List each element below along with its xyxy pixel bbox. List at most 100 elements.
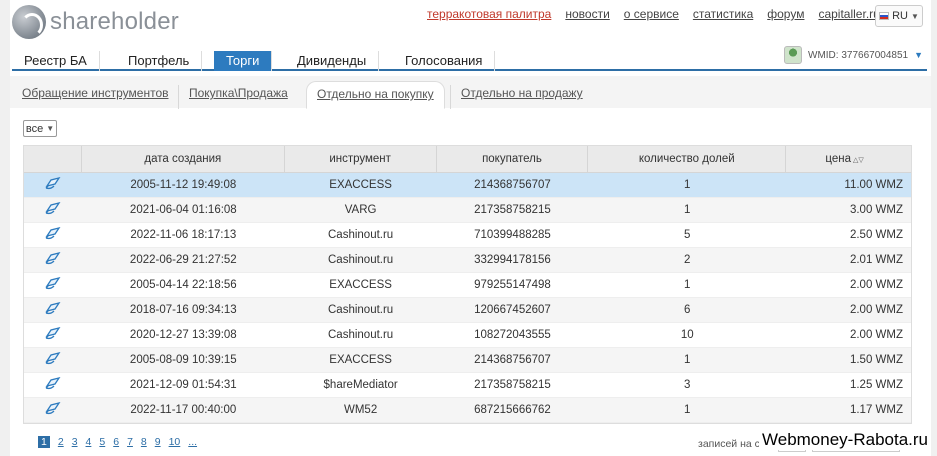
- top-link[interactable]: статистика: [693, 7, 753, 21]
- top-link[interactable]: новости: [565, 7, 609, 21]
- table-cell: EXACCESS: [329, 279, 392, 291]
- table-cell: Cashinout.ru: [328, 229, 394, 241]
- page-link[interactable]: 7: [127, 436, 133, 448]
- table-row[interactable]: 2022-06-29 21:27:52 Cashinout.ru 332994178…: [24, 248, 911, 273]
- table-cell: 217358758215: [474, 204, 551, 216]
- column-header[interactable]: инструмент: [285, 145, 437, 173]
- page-link[interactable]: 4: [86, 436, 92, 448]
- top-link[interactable]: терракотовая палитра: [427, 7, 551, 21]
- filter-select[interactable]: все ▼: [23, 120, 57, 137]
- order-icon[interactable]: [24, 352, 82, 368]
- table-row[interactable]: 2005-11-12 19:49:08 EXACCESS 214368756707 1…: [24, 173, 911, 198]
- filter-value: все: [25, 122, 44, 135]
- page-link[interactable]: 1: [38, 436, 50, 448]
- table-row[interactable]: 2018-07-16 09:34:13 Cashinout.ru 120667452…: [24, 298, 911, 323]
- sort-arrows-icon[interactable]: △▽: [851, 157, 864, 164]
- transfer-icon: [45, 352, 61, 365]
- table-cell: 120667452607: [474, 304, 551, 316]
- column-header[interactable]: покупатель: [437, 145, 589, 173]
- table-cell: 6: [684, 304, 691, 316]
- table-cell: 2.00 WMZ: [849, 304, 903, 316]
- sub-tab[interactable]: Покупка\Продажа: [178, 85, 298, 109]
- order-icon[interactable]: [24, 302, 82, 318]
- pagination: 1 2 3 4 5 6 7 8 9 10...: [38, 436, 205, 448]
- sub-tab[interactable]: Отдельно на покупку: [306, 81, 445, 109]
- nav-tab[interactable]: Реестр БА: [12, 51, 100, 71]
- table-cell: 1: [684, 204, 691, 216]
- chevron-down-icon: ▼: [46, 124, 55, 133]
- top-link[interactable]: форум: [767, 7, 804, 21]
- table-cell: 2022-06-29 21:27:52: [129, 254, 237, 266]
- transfer-icon: [45, 327, 61, 340]
- order-icon[interactable]: [24, 277, 82, 293]
- order-icon[interactable]: [24, 202, 82, 218]
- table-cell: 1: [684, 179, 691, 191]
- table-cell: 2.00 WMZ: [849, 329, 903, 341]
- order-icon[interactable]: [24, 227, 82, 243]
- nav-tab[interactable]: Голосования: [393, 51, 496, 71]
- table-cell: 5: [684, 229, 691, 241]
- table-cell: 3: [684, 379, 691, 391]
- page-link[interactable]: 10: [169, 436, 181, 448]
- table-cell: 214368756707: [474, 179, 551, 191]
- sub-tab[interactable]: Отдельно на продажу: [450, 85, 593, 109]
- top-link[interactable]: о сервисе: [624, 7, 679, 21]
- table-cell: EXACCESS: [329, 179, 392, 191]
- table-cell: 217358758215: [474, 379, 551, 391]
- column-header-label: цена: [825, 152, 852, 165]
- table-cell: Cashinout.ru: [328, 304, 394, 316]
- page-link[interactable]: 3: [72, 436, 78, 448]
- table-cell: 687215666762: [474, 404, 551, 416]
- column-header[interactable]: количество долей: [588, 145, 787, 173]
- nav-tab[interactable]: Портфель: [116, 51, 203, 71]
- page-link[interactable]: 8: [141, 436, 147, 448]
- page-link[interactable]: ...: [188, 436, 197, 448]
- page-link[interactable]: 9: [155, 436, 161, 448]
- page-link[interactable]: 2: [58, 436, 64, 448]
- table-cell: 2021-06-04 01:16:08: [129, 204, 237, 216]
- transfer-icon: [45, 177, 61, 190]
- table-row[interactable]: 2021-06-04 01:16:08 VARG 217358758215 1 3.00…: [24, 198, 911, 223]
- table-row[interactable]: 2020-12-27 13:39:08 Cashinout.ru 108272043…: [24, 323, 911, 348]
- table-cell: 1: [684, 404, 691, 416]
- sub-tab[interactable]: Обращение инструментов: [12, 85, 179, 109]
- order-icon[interactable]: [24, 377, 82, 393]
- table-row[interactable]: 2022-11-06 18:17:13 Cashinout.ru 710399488…: [24, 223, 911, 248]
- order-icon[interactable]: [24, 402, 82, 418]
- table-cell: Cashinout.ru: [328, 329, 394, 341]
- table-cell: 3.00 WMZ: [849, 204, 903, 216]
- page-link[interactable]: 6: [113, 436, 119, 448]
- transfer-icon: [45, 377, 61, 390]
- language-value: RU: [892, 10, 908, 22]
- table-cell: 2.00 WMZ: [849, 279, 903, 291]
- table-row[interactable]: 2005-08-09 10:39:15 EXACCESS 214368756707 1…: [24, 348, 911, 373]
- nav-tab[interactable]: Торги: [214, 51, 273, 71]
- transfer-icon: [45, 302, 61, 315]
- user-menu[interactable]: WMID: 377667004851 ▼: [784, 46, 923, 64]
- watermark: Webmoney-Rabota.ru: [759, 430, 931, 450]
- nav-tab[interactable]: Дивиденды: [285, 51, 380, 71]
- table-cell: 1: [684, 354, 691, 366]
- page-link[interactable]: 5: [99, 436, 105, 448]
- top-link[interactable]: capitaller.ru: [818, 7, 879, 21]
- chevron-down-icon: ▼: [914, 50, 923, 60]
- table-cell: 2.50 WMZ: [849, 229, 903, 241]
- wmid-label: WMID: 377667004851: [808, 49, 909, 61]
- table-cell: 2.01 WMZ: [849, 254, 903, 266]
- order-icon[interactable]: [24, 252, 82, 268]
- column-header-price[interactable]: цена △▽: [786, 146, 911, 173]
- table-row[interactable]: 2021-12-09 01:54:31 $hareMediator 21735875…: [24, 373, 911, 398]
- transfer-icon: [45, 202, 61, 215]
- transfer-icon: [45, 252, 61, 265]
- order-icon[interactable]: [24, 327, 82, 343]
- table-row[interactable]: 2005-04-14 22:18:56 EXACCESS 979255147498 1…: [24, 273, 911, 298]
- table-row[interactable]: 2022-11-17 00:40:00 WM52 687215666762 1 1.17…: [24, 398, 911, 423]
- table-cell: 11.00 WMZ: [844, 179, 903, 191]
- order-icon[interactable]: [24, 177, 82, 193]
- logo[interactable]: shareholder: [12, 4, 179, 40]
- table-cell: 10: [680, 329, 694, 341]
- column-header[interactable]: дата создания: [82, 145, 285, 173]
- table-cell: 2020-12-27 13:39:08: [129, 329, 237, 341]
- table-cell: 2005-08-09 10:39:15: [129, 354, 237, 366]
- language-select[interactable]: RU ▼: [875, 5, 923, 27]
